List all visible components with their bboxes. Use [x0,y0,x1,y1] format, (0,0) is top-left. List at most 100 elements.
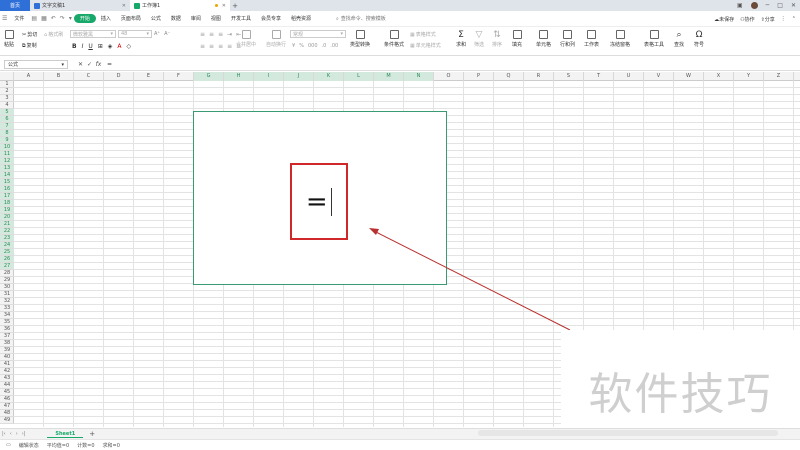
tab-workbook[interactable]: 工作簿1 ✕ [130,0,230,11]
row-header-3[interactable]: 3 [0,95,14,102]
column-header-i[interactable]: I [254,72,284,81]
menu-page-layout[interactable]: 页面布局 [116,15,146,22]
inc-decimal-icon[interactable]: .0 [322,43,327,49]
menu-file[interactable]: 文件 [9,15,29,22]
hamburger-icon[interactable]: ☰ [0,15,9,22]
menu-developer[interactable]: 开发工具 [226,15,256,22]
row-header-27[interactable]: 27 [0,263,14,270]
fill-color-icon[interactable]: ◈ [108,43,113,50]
currency-icon[interactable]: ¥ [292,43,295,49]
layout-icon[interactable]: ▣ [737,2,743,9]
maximize-icon[interactable]: □ [777,2,783,9]
column-header-k[interactable]: K [314,72,344,81]
close-window-icon[interactable]: ✕ [791,2,796,9]
symbol-button[interactable]: Ω 符号 [694,30,704,48]
cond-format-button[interactable]: 条件格式 [384,30,404,48]
row-header-32[interactable]: 32 [0,298,14,305]
menu-formula[interactable]: 公式 [146,15,166,22]
row-header-1[interactable]: 1 [0,81,14,88]
table-style-button[interactable]: ▦ 表格样式 [410,31,436,39]
format-painter-button[interactable]: ⌂ 格式刷 [44,31,63,39]
column-header-c[interactable]: C [74,72,104,81]
type-convert-button[interactable]: 类型转换 [350,30,370,48]
underline-icon[interactable]: U [88,43,92,50]
row-header-34[interactable]: 34 [0,312,14,319]
redo-icon[interactable]: ↷ [58,15,67,22]
row-header-12[interactable]: 12 [0,158,14,165]
column-header-w[interactable]: W [674,72,704,81]
align-bottom-icon[interactable]: ≡ [218,31,223,38]
row-header-45[interactable]: 45 [0,389,14,396]
column-header-d[interactable]: D [104,72,134,81]
row-header-43[interactable]: 43 [0,375,14,382]
font-name-select[interactable]: 微软雅黑 ▾ [70,30,116,38]
column-header-y[interactable]: Y [734,72,764,81]
row-header-28[interactable]: 28 [0,270,14,277]
row-header-35[interactable]: 35 [0,319,14,326]
table-tools-button[interactable]: 表格工具 [644,30,664,48]
column-header-o[interactable]: O [434,72,464,81]
row-header-33[interactable]: 33 [0,305,14,312]
editing-cell-highlight[interactable]: = [290,163,348,240]
save-icon[interactable]: ▤ [29,15,39,22]
align-middle-icon[interactable]: ≡ [209,31,214,38]
column-header-v[interactable]: V [644,72,674,81]
row-header-6[interactable]: 6 [0,116,14,123]
row-header-37[interactable]: 37 [0,333,14,340]
row-header-16[interactable]: 16 [0,186,14,193]
row-header-23[interactable]: 23 [0,235,14,242]
align-left-icon[interactable]: ≡ [200,43,205,50]
bold-icon[interactable]: B [72,43,77,50]
close-tab-icon[interactable]: ✕ [122,3,126,9]
justify-icon[interactable]: ≡ [227,43,232,50]
column-header-b[interactable]: B [44,72,74,81]
row-header-15[interactable]: 15 [0,179,14,186]
row-header-21[interactable]: 21 [0,221,14,228]
row-header-47[interactable]: 47 [0,403,14,410]
row-header-22[interactable]: 22 [0,228,14,235]
row-header-24[interactable]: 24 [0,242,14,249]
merge-center-button[interactable]: 合并居中 [236,30,256,48]
row-header-31[interactable]: 31 [0,291,14,298]
grow-font-icon[interactable]: A⁺ [154,31,160,37]
row-header-30[interactable]: 30 [0,284,14,291]
sum-button[interactable]: Σ 求和 [456,30,466,48]
indent-icon[interactable]: ⇥ [227,31,232,38]
row-header-41[interactable]: 41 [0,361,14,368]
menu-view[interactable]: 视图 [206,15,226,22]
column-header-s[interactable]: S [554,72,584,81]
print-icon[interactable]: ▦ [39,15,49,22]
copy-button[interactable]: ⧉ 复制 [22,42,37,50]
row-header-4[interactable]: 4 [0,102,14,109]
avatar[interactable] [750,2,758,9]
column-header-p[interactable]: P [464,72,494,81]
font-color-icon[interactable]: A [117,43,121,50]
menu-review[interactable]: 审阅 [186,15,206,22]
sheet-tab[interactable]: Sheet1 [47,431,84,438]
horizontal-scrollbar[interactable] [478,430,778,436]
menu-member[interactable]: 会员专享 [256,15,286,22]
row-header-2[interactable]: 2 [0,88,14,95]
auto-wrap-button[interactable]: 自动换行 [266,30,286,48]
row-header-29[interactable]: 29 [0,277,14,284]
column-header-m[interactable]: M [374,72,404,81]
border-icon[interactable]: ⊞ [98,43,103,50]
freeze-button[interactable]: 冻结窗格 [610,30,630,48]
confirm-icon[interactable]: ✓ [85,61,94,68]
column-header-t[interactable]: T [584,72,614,81]
italic-icon[interactable]: I [82,43,84,50]
align-center-icon[interactable]: ≡ [209,43,214,50]
row-header-20[interactable]: 20 [0,214,14,221]
column-header-q[interactable]: Q [494,72,524,81]
worksheet-button[interactable]: 工作表 [584,30,599,48]
row-header-14[interactable]: 14 [0,172,14,179]
more-icon[interactable]: ⋮ [781,16,786,22]
column-header-g[interactable]: G [194,72,224,81]
row-header-44[interactable]: 44 [0,382,14,389]
row-header-10[interactable]: 10 [0,144,14,151]
cell-style-button[interactable]: ▦ 单元格样式 [410,42,441,50]
unsaved-button[interactable]: ☁未保存 [714,16,734,23]
row-header-36[interactable]: 36 [0,326,14,333]
cancel-icon[interactable]: ✕ [76,61,85,68]
share-button[interactable]: ⇪分享 [761,16,775,23]
